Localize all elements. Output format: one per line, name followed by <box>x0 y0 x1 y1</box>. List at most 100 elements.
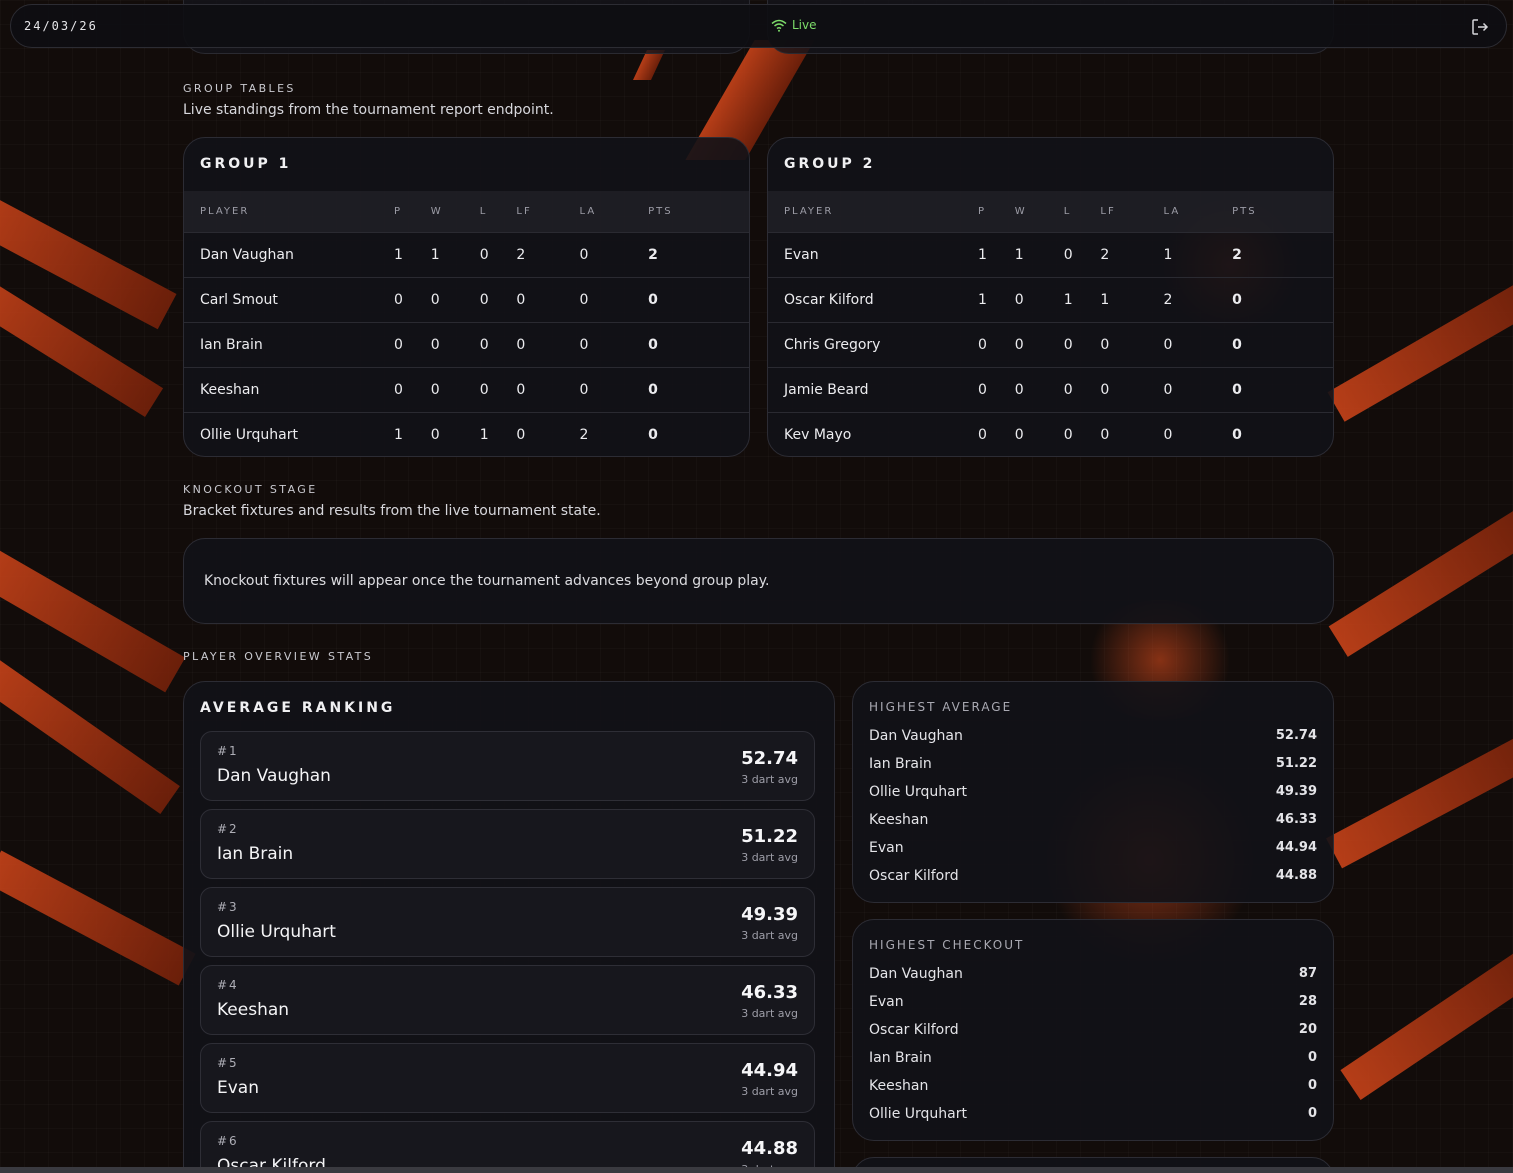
stat-row: Oscar Kilford 20 <box>869 1022 1317 1050</box>
points: 0 <box>1232 276 1333 322</box>
legs-against: 0 <box>579 276 649 322</box>
stat-player-name: Ollie Urquhart <box>869 1106 967 1122</box>
won: 0 <box>1014 366 1064 412</box>
table-header-row: PLAYER P W L LF LA PTS <box>184 191 749 232</box>
rank-average-label: 3 dart avg <box>741 773 798 786</box>
stat-row: Ollie Urquhart 0 <box>869 1106 1317 1134</box>
column-header-p: P <box>394 205 403 217</box>
stat-row: Ollie Urquhart 49.39 <box>869 784 1317 812</box>
rank-number: #6 <box>217 1134 239 1148</box>
top-bar: 24/03/26 Live <box>10 4 1507 48</box>
highest-checkout-title: HIGHEST CHECKOUT <box>869 938 1025 952</box>
player-name: Oscar Kilford <box>768 276 978 322</box>
group-tables-subtitle: Live standings from the tournament repor… <box>183 102 554 118</box>
rank-number: #5 <box>217 1056 239 1070</box>
points: 0 <box>648 366 749 412</box>
column-header-p: P <box>978 205 987 217</box>
rank-average-label: 3 dart avg <box>741 1085 798 1098</box>
column-header-pts: PTS <box>1232 205 1257 217</box>
stat-value: 51.22 <box>1275 756 1317 771</box>
ranking-item[interactable]: #6 Oscar Kilford 44.88 3 dart avg <box>200 1121 815 1173</box>
played: 0 <box>394 321 431 367</box>
live-label: Live <box>792 18 817 32</box>
legs-against: 2 <box>579 411 649 456</box>
player-name: Ian Brain <box>184 321 394 367</box>
group-title: GROUP 1 <box>200 156 292 172</box>
rank-average-label: 3 dart avg <box>741 851 798 864</box>
lost: 0 <box>479 321 517 367</box>
table-row: Evan 1 1 0 2 1 2 <box>768 231 1333 277</box>
points: 0 <box>648 321 749 367</box>
table-row: Chris Gregory 0 0 0 0 0 0 <box>768 321 1333 367</box>
table-header-row: PLAYER P W L LF LA PTS <box>768 191 1333 232</box>
legs-against: 2 <box>1163 276 1233 322</box>
stat-row: Ian Brain 0 <box>869 1050 1317 1078</box>
ranking-item[interactable]: #2 Ian Brain 51.22 3 dart avg <box>200 809 815 879</box>
played: 0 <box>978 411 1015 456</box>
stat-value: 49.39 <box>1275 784 1317 799</box>
legs-against: 0 <box>579 321 649 367</box>
column-header-la: LA <box>579 205 597 217</box>
lost: 0 <box>1063 321 1101 367</box>
table-row: Jamie Beard 0 0 0 0 0 0 <box>768 366 1333 412</box>
rank-average: 52.74 <box>741 748 798 769</box>
stat-player-name: Evan <box>869 840 904 856</box>
group-2-card: GROUP 2 PLAYER P W L LF LA PTS Evan 1 1 <box>767 137 1334 457</box>
legs-for: 1 <box>1100 276 1164 322</box>
legs-against: 0 <box>1163 366 1233 412</box>
table-row: Carl Smout 0 0 0 0 0 0 <box>184 276 749 322</box>
stat-player-name: Dan Vaughan <box>869 966 963 982</box>
player-name: Chris Gregory <box>768 321 978 367</box>
points: 0 <box>648 411 749 456</box>
ranking-item[interactable]: #5 Evan 44.94 3 dart avg <box>200 1043 815 1113</box>
played: 0 <box>394 366 431 412</box>
played: 0 <box>394 276 431 322</box>
date-display: 24/03/26 <box>24 19 98 33</box>
rank-player-name: Ollie Urquhart <box>217 922 336 942</box>
stat-player-name: Keeshan <box>869 812 929 828</box>
live-indicator: Live <box>771 18 817 32</box>
played: 1 <box>978 231 1015 277</box>
stat-row: Oscar Kilford 44.88 <box>869 868 1317 896</box>
knockout-heading: KNOCKOUT STAGE <box>183 483 318 496</box>
rank-average-label: 3 dart avg <box>741 1007 798 1020</box>
group-tables-heading: GROUP TABLES <box>183 82 296 95</box>
group-table: PLAYER P W L LF LA PTS Dan Vaughan 1 1 0… <box>184 191 749 456</box>
points: 0 <box>1232 411 1333 456</box>
ranking-item[interactable]: #3 Ollie Urquhart 49.39 3 dart avg <box>200 887 815 957</box>
lost: 0 <box>479 276 517 322</box>
table-row: Ian Brain 0 0 0 0 0 0 <box>184 321 749 367</box>
horizontal-scrollbar[interactable] <box>0 1167 1513 1173</box>
points: 0 <box>1232 366 1333 412</box>
player-name: Dan Vaughan <box>184 231 394 277</box>
legs-for: 0 <box>516 276 580 322</box>
highest-average-card: HIGHEST AVERAGE Dan Vaughan 52.74 Ian Bra… <box>852 681 1334 903</box>
logout-icon[interactable] <box>1470 17 1490 37</box>
stat-player-name: Oscar Kilford <box>869 1022 959 1038</box>
group-1-card: GROUP 1 PLAYER P W L LF LA PTS Dan Vaugh… <box>183 137 750 457</box>
legs-against: 1 <box>1163 231 1233 277</box>
column-header-pts: PTS <box>648 205 673 217</box>
player-name: Jamie Beard <box>768 366 978 412</box>
played: 1 <box>394 231 431 277</box>
column-header-la: LA <box>1163 205 1181 217</box>
wifi-icon <box>771 19 787 32</box>
stat-value: 52.74 <box>1275 728 1317 743</box>
ranking-item[interactable]: #4 Keeshan 46.33 3 dart avg <box>200 965 815 1035</box>
rank-average: 46.33 <box>741 982 798 1003</box>
points: 2 <box>1232 231 1333 277</box>
legs-for: 2 <box>516 231 580 277</box>
played: 1 <box>978 276 1015 322</box>
points: 0 <box>648 276 749 322</box>
stat-row: Dan Vaughan 87 <box>869 966 1317 994</box>
rank-number: #4 <box>217 978 239 992</box>
stat-player-name: Evan <box>869 994 904 1010</box>
stat-value: 0 <box>1307 1078 1317 1093</box>
rank-number: #2 <box>217 822 239 836</box>
stat-value: 0 <box>1307 1106 1317 1121</box>
ranking-item[interactable]: #1 Dan Vaughan 52.74 3 dart avg <box>200 731 815 801</box>
average-ranking-title: AVERAGE RANKING <box>200 700 396 716</box>
legs-for: 0 <box>1100 411 1164 456</box>
table-row: Ollie Urquhart 1 0 1 0 2 0 <box>184 411 749 456</box>
won: 0 <box>430 276 480 322</box>
